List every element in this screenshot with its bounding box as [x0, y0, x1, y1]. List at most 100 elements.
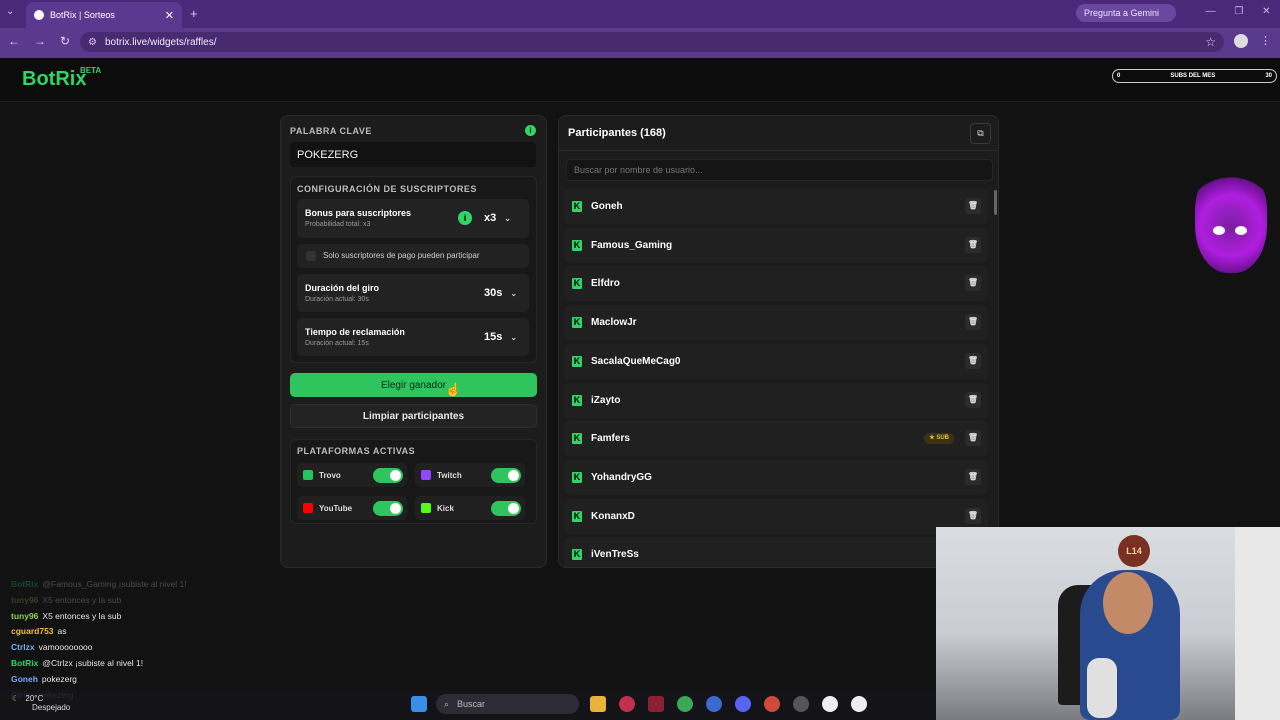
trash-icon[interactable]: 🗑	[965, 275, 981, 292]
paid-only-checkbox[interactable]	[306, 251, 316, 261]
platform-label: Twitch	[437, 470, 462, 480]
app-icon[interactable]	[619, 696, 635, 712]
participant-name: Famfers	[591, 433, 630, 445]
ghost-eye	[1213, 226, 1225, 235]
active-platforms-label: PLATAFORMAS ACTIVAS	[297, 446, 416, 456]
trash-icon[interactable]: 🗑	[965, 468, 981, 485]
chat-text: vamoooooooo	[38, 642, 93, 653]
botrix-logo[interactable]: BotRix	[22, 68, 86, 91]
claim-value: 15s	[484, 331, 503, 343]
address-bar[interactable]: ⚙ botrix.live/widgets/raffles/ ☆	[80, 32, 1224, 52]
weather-temp: 20°C	[25, 694, 44, 703]
spin-dropdown[interactable]: 30s ⌄	[484, 287, 517, 299]
maximize-icon[interactable]: ❐	[1234, 6, 1243, 17]
clear-participants-button[interactable]: Limpiar participantes	[290, 404, 537, 428]
participant-row[interactable]: K MaclowJr 🗑	[564, 305, 988, 341]
paid-only-row[interactable]: Solo suscriptores de pago pueden partici…	[297, 244, 529, 268]
unreal-icon[interactable]	[851, 696, 867, 712]
participant-row[interactable]: K Famfers ★ SUB 🗑	[564, 421, 988, 457]
claim-subtitle: Duración actual: 15s	[305, 340, 369, 347]
weather-widget[interactable]: ☾ 20°C Despejado	[12, 694, 70, 712]
trovo-icon	[303, 470, 313, 480]
kick-icon: K	[572, 201, 582, 212]
subscriber-config-label: CONFIGURACIÓN DE SUSCRIPTORES	[297, 184, 477, 194]
app-icon[interactable]	[648, 696, 664, 712]
participant-row[interactable]: K Famous_Gaming 🗑	[564, 227, 988, 263]
platform-youtube: YouTube	[297, 496, 407, 520]
tab-search-icon[interactable]: ⌄	[6, 6, 20, 20]
profile-avatar[interactable]	[1234, 34, 1248, 48]
divider	[559, 150, 998, 151]
app-icon[interactable]	[706, 696, 722, 712]
participant-search-input[interactable]	[566, 159, 993, 181]
participant-list: K Goneh 🗑 K Famous_Gaming 🗑 K Elfdro 🗑 K MaclowJr 🗑…	[564, 189, 988, 567]
browser-menu-icon[interactable]: ⋮	[1260, 34, 1271, 47]
close-window-icon[interactable]: ✕	[1262, 6, 1270, 17]
keyword-label: PALABRA CLAVE	[290, 126, 372, 136]
bonus-info-icon[interactable]: i	[458, 211, 472, 225]
platform-label: Trovo	[319, 470, 341, 480]
trash-icon[interactable]: 🗑	[965, 430, 981, 447]
trash-icon[interactable]: 🗑	[965, 507, 981, 524]
windows-start-icon[interactable]	[411, 696, 427, 712]
chat-text: as	[57, 626, 67, 637]
bonus-dropdown[interactable]: x3 ⌄	[484, 212, 511, 224]
back-icon[interactable]: ←	[8, 34, 20, 48]
trash-icon[interactable]: 🗑	[965, 391, 981, 408]
keyword-info-icon[interactable]: i	[525, 125, 536, 136]
chat-text: @Ctrlzx ¡subiste al nivel 1!	[42, 658, 144, 668]
chrome-icon[interactable]	[764, 696, 780, 712]
platform-toggle[interactable]	[373, 468, 403, 483]
platform-toggle[interactable]	[491, 501, 521, 516]
taskbar-search[interactable]: ⌕ Buscar	[436, 694, 579, 714]
taskbar-search-label: Buscar	[457, 699, 486, 709]
discord-icon[interactable]	[735, 696, 751, 712]
participant-row[interactable]: K Goneh 🗑	[564, 189, 988, 224]
participant-row[interactable]: K SacalaQueMeCag0 🗑	[564, 343, 988, 379]
unreal-icon[interactable]	[822, 696, 838, 712]
new-tab-button[interactable]: +	[190, 6, 198, 21]
pick-winner-button[interactable]: Elegir ganador	[290, 373, 537, 397]
subs-label: SUBS DEL MES	[1170, 73, 1216, 79]
beta-badge: BETA	[80, 66, 102, 75]
trash-icon[interactable]: 🗑	[965, 236, 981, 253]
close-tab-icon[interactable]: ✕	[165, 9, 174, 22]
kick-icon: K	[572, 239, 582, 251]
keyword-input[interactable]: POKEZERG	[290, 142, 536, 167]
participant-row[interactable]: K YohandryGG 🗑	[564, 459, 988, 495]
list-scrollbar[interactable]	[994, 190, 997, 215]
trash-icon[interactable]: 🗑	[965, 352, 981, 369]
chat-username: cguard753	[11, 626, 54, 637]
participant-name: iVenTreSs	[591, 549, 639, 561]
minimize-icon[interactable]: —	[1205, 6, 1215, 17]
forward-icon[interactable]: →	[34, 34, 46, 48]
chrome-icon[interactable]	[677, 696, 693, 712]
participants-title: Participantes (168)	[568, 127, 666, 139]
site-info-icon[interactable]: ⚙	[88, 37, 97, 48]
participant-row[interactable]: K Elfdro 🗑	[564, 266, 988, 302]
kick-icon: K	[572, 433, 582, 445]
claim-dropdown[interactable]: 15s ⌄	[484, 331, 517, 343]
chat-text: @Famous_Gaming ¡subiste al nivel 1!	[42, 579, 187, 589]
participant-name: Famous_Gaming	[591, 239, 673, 251]
platform-toggle[interactable]	[373, 501, 403, 516]
participant-row[interactable]: K KonanxD 🗑	[564, 498, 988, 534]
reload-icon[interactable]: ↻	[60, 34, 70, 48]
gemini-button[interactable]: Pregunta a Gemini	[1076, 4, 1176, 22]
obs-icon[interactable]	[793, 696, 809, 712]
spin-value: 30s	[484, 287, 503, 299]
participant-row[interactable]: KiZayto 🗑	[564, 382, 988, 418]
trash-icon[interactable]: 🗑	[965, 198, 981, 214]
bookmark-star-icon[interactable]: ☆	[1205, 35, 1216, 49]
participant-name: MaclowJr	[591, 317, 637, 329]
platform-label: YouTube	[319, 503, 353, 513]
platform-twitch: Twitch	[415, 463, 525, 487]
participant-row[interactable]: KiVenTreSs	[564, 537, 988, 567]
search-icon: ⌕	[444, 698, 450, 709]
platform-toggle[interactable]	[491, 468, 521, 483]
trash-icon[interactable]: 🗑	[965, 314, 981, 331]
file-explorer-icon[interactable]	[590, 696, 606, 712]
browser-tab[interactable]: BotRix | Sorteos ✕	[26, 2, 182, 28]
copy-icon[interactable]: ⧉	[970, 123, 991, 144]
chat-message: BotRix @Ctrlzx ¡subiste al nivel 1!	[11, 658, 143, 668]
